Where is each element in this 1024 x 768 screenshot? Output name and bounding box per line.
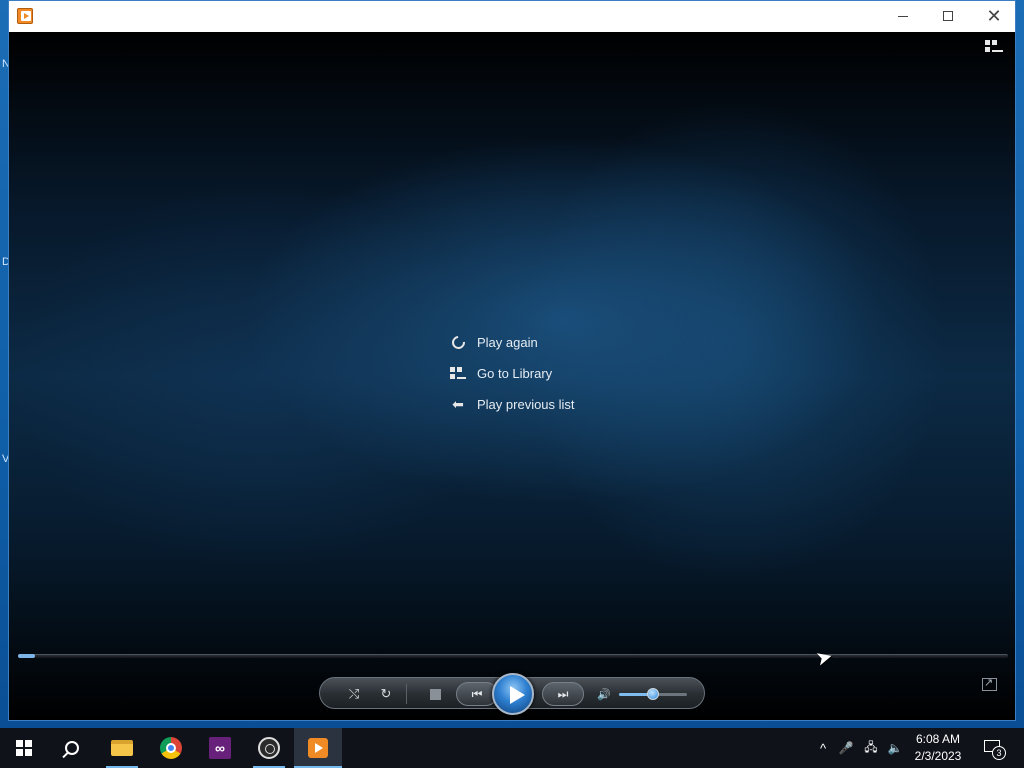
volume-icon: 🔈 <box>887 741 903 755</box>
speaker-icon: 🔊 <box>597 688 611 701</box>
title-bar[interactable]: ✕ <box>9 1 1015 32</box>
start-button[interactable] <box>0 728 48 768</box>
clock-time: 6:08 AM <box>915 732 961 746</box>
previous-icon: ⏮ <box>471 686 483 701</box>
play-previous-list-label: Play previous list <box>477 397 575 412</box>
stop-icon <box>429 688 441 700</box>
go-to-library-label: Go to Library <box>477 366 553 381</box>
windows-icon <box>16 740 32 756</box>
seek-bar[interactable] <box>18 654 1008 658</box>
play-again-label: Play again <box>477 335 538 350</box>
repeat-icon: ↻ <box>380 686 392 701</box>
back-arrow-icon: ⬅ <box>452 396 464 412</box>
switch-to-now-playing-button[interactable] <box>982 676 997 691</box>
play-previous-list-link[interactable]: ⬅ Play previous list <box>447 389 575 420</box>
next-icon: ⏭ <box>557 686 569 701</box>
next-button[interactable]: ⏭ <box>542 682 584 706</box>
end-of-playlist-menu: Play again Go to Library ⬅ Play previous… <box>447 327 575 420</box>
switch-to-library-button[interactable] <box>985 40 1005 56</box>
minimize-icon <box>898 15 908 17</box>
close-icon: ✕ <box>986 6 1002 26</box>
search-button[interactable] <box>48 728 96 768</box>
obs-icon <box>258 737 280 759</box>
folder-icon <box>111 740 133 756</box>
play-again-link[interactable]: Play again <box>447 327 575 358</box>
taskbar-clock[interactable]: 6:08 AM 2/3/2023 <box>910 731 966 765</box>
library-icon <box>985 40 1003 54</box>
mute-button[interactable]: 🔊 <box>594 685 614 703</box>
media-player-app-icon[interactable] <box>17 8 33 24</box>
maximize-icon <box>943 11 953 21</box>
repeat-button[interactable]: ↻ <box>376 685 396 703</box>
play-icon <box>510 686 525 704</box>
library-icon <box>447 366 469 382</box>
shuffle-button[interactable]: ⤭ <box>344 685 364 703</box>
seek-progress <box>18 654 35 658</box>
chrome-icon <box>160 737 182 759</box>
network-tray-button[interactable]: 🖧 <box>860 728 882 768</box>
taskbar-media-player[interactable] <box>294 728 342 768</box>
action-center-button[interactable]: 3 <box>980 736 1006 760</box>
chevron-up-icon: ^ <box>819 740 827 756</box>
visual-studio-icon: ∞ <box>209 737 231 759</box>
search-icon <box>65 741 79 755</box>
shuffle-icon: ⤭ <box>348 686 360 701</box>
network-icon: 🖧 <box>864 739 878 754</box>
taskbar-chrome[interactable] <box>147 728 195 768</box>
maximize-button[interactable] <box>925 1 971 31</box>
replay-icon <box>447 333 469 352</box>
microphone-icon: 🎤 <box>838 741 854 755</box>
separator <box>406 684 407 704</box>
taskbar-obs[interactable] <box>245 728 293 768</box>
taskbar: ∞ ^ 🎤 🖧 🔈 6:08 AM 2/3/2023 3 <box>0 728 1024 768</box>
now-playing-area: Play again Go to Library ⬅ Play previous… <box>9 32 1015 720</box>
close-button[interactable]: ✕ <box>971 1 1017 31</box>
microphone-tray-button[interactable]: 🎤 <box>836 728 856 768</box>
clock-date: 2/3/2023 <box>914 749 962 763</box>
media-player-icon <box>308 738 328 758</box>
show-hidden-icons-button[interactable]: ^ <box>812 728 834 768</box>
stop-button[interactable] <box>425 685 445 703</box>
playback-controls: ⤭ ↻ ⏮ ⏭ 🔊 <box>319 673 705 715</box>
media-player-window: ✕ Play again Go to Library ⬅ Play previo… <box>8 0 1016 721</box>
go-to-library-link[interactable]: Go to Library <box>447 358 575 389</box>
minimize-button[interactable] <box>880 1 926 31</box>
volume-knob[interactable] <box>647 688 659 700</box>
play-button[interactable] <box>492 673 534 715</box>
taskbar-file-explorer[interactable] <box>98 728 146 768</box>
volume-tray-button[interactable]: 🔈 <box>884 728 906 768</box>
notification-count: 3 <box>992 746 1006 760</box>
taskbar-visual-studio[interactable]: ∞ <box>196 728 244 768</box>
